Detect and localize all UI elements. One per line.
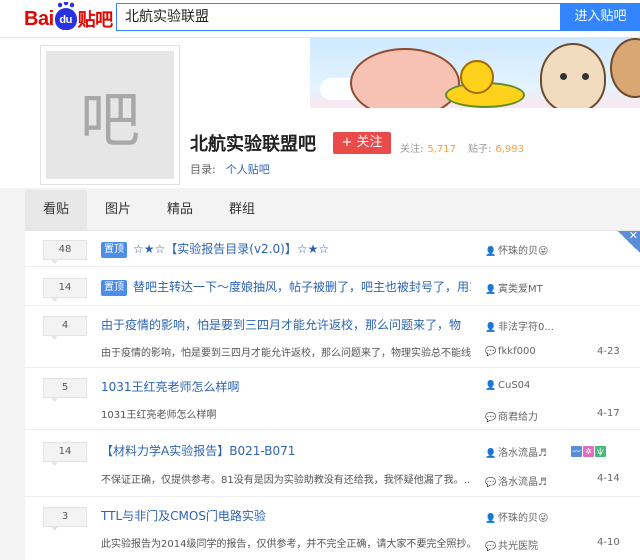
author-name[interactable]: 寅类爱MT [498, 284, 543, 295]
last-reply-user-name[interactable]: fkkf000 [498, 346, 536, 357]
paw-icon: du [54, 2, 77, 30]
reply-count: 14 [43, 442, 87, 466]
posts-label: 贴子: [468, 144, 492, 155]
followers-count: 5,717 [427, 144, 457, 155]
last-reply-user-name[interactable]: 共光医院 [498, 541, 538, 552]
banner-illustration [310, 38, 640, 108]
user-icon: 👤 [485, 247, 497, 257]
user-icon: 👤 [485, 381, 497, 391]
follow-button[interactable]: + 关注 [333, 132, 391, 154]
thread-author[interactable]: 👤 怀珠的贝😜 [485, 509, 548, 524]
reply-count: 5 [43, 378, 87, 402]
thread-row: 14 置顶 替吧主转达一下～度娘抽风，帖子被删了，吧主也被封号了，用1. 👤 寅类爱… [25, 267, 640, 306]
thread-abstract: 不保证正确，仅提供参考。81没有是因为实验助教没有还给我，我怀疑他漏了我。... [101, 475, 471, 486]
reply-count: 3 [43, 507, 87, 531]
category-label: 目录: [190, 163, 216, 176]
enter-forum-button[interactable]: 进入贴吧 [561, 3, 640, 31]
thread-author[interactable]: 👤 怀珠的贝😜 [485, 242, 548, 257]
comment-icon: 💬 [485, 478, 497, 488]
user-icon: 👤 [485, 449, 497, 459]
thread-row: 14 【材料力学A实验报告】B021-B071 不保证正确，仅提供参考。81没有… [25, 430, 640, 497]
last-reply-date: 4-23 [597, 346, 620, 357]
user-icon: 👤 [485, 514, 497, 524]
thread-author[interactable]: 👤 非法字符0... [485, 318, 554, 333]
comment-icon: 💬 [485, 347, 497, 357]
trident-badge-icon: ѱ [595, 446, 606, 457]
tab-featured[interactable]: 精品 [149, 190, 211, 230]
tab-groups[interactable]: 群组 [211, 190, 273, 230]
user-badges: 〰 ✲ ѱ [571, 446, 606, 457]
last-reply-user[interactable]: 💬 fkkf000 [485, 346, 536, 357]
forum-tabs: 看贴 图片 精品 群组 [25, 190, 640, 231]
logo-bai-text: Bai [24, 7, 54, 30]
forum-title[interactable]: 北航实验联盟吧 [190, 130, 316, 156]
logo-tieba-text: 贴吧 [77, 10, 114, 31]
user-icon: 👤 [485, 285, 497, 295]
reply-count: 4 [43, 316, 87, 340]
author-name[interactable]: 怀珠的贝😜 [498, 246, 548, 257]
bear-eye [582, 73, 589, 80]
pinned-badge: 置顶 [101, 242, 127, 258]
category-link[interactable]: 个人贴吧 [226, 163, 270, 176]
author-name[interactable]: 怀珠的贝😜 [498, 513, 548, 524]
forum-category: 目录: 个人贴吧 [190, 161, 270, 177]
pinned-badge: 置顶 [101, 280, 127, 296]
last-reply-user[interactable]: 💬 商君给力 [485, 408, 538, 423]
last-reply-date: 4-17 [597, 408, 620, 419]
forum-avatar[interactable]: 吧 [40, 45, 180, 185]
thread-author[interactable]: 👤 寅类爱MT [485, 280, 543, 295]
comment-icon: 💬 [485, 542, 497, 552]
last-reply-user-name[interactable]: 商君给力 [498, 412, 538, 423]
thread-title[interactable]: TTL与非门及CMOS门电路实验 [101, 507, 266, 524]
top-bar: Bai du 贴吧 北航实验联盟 进入贴吧 [0, 0, 640, 38]
search-input[interactable]: 北航实验联盟 [116, 3, 561, 31]
author-name[interactable]: 洛水流晶♬ [498, 448, 547, 459]
thread-abstract: 此实验报告为2014级同学的报告，仅供参考，并不完全正确，请大家不要完全照抄。 [101, 539, 471, 550]
followers-label: 关注: [400, 144, 424, 155]
thread-title[interactable]: 【材料力学A实验报告】B021-B071 [101, 442, 295, 459]
reply-count: 14 [43, 278, 87, 302]
comment-icon: 💬 [485, 413, 497, 423]
pig-character-illustration [350, 48, 460, 108]
last-reply-date: 4-14 [597, 473, 620, 484]
user-icon: 👤 [485, 323, 497, 333]
reply-count: 48 [43, 240, 87, 264]
thread-row: 48 置顶 ☆★☆【实验报告目录(v2.0)】☆★☆ 👤 怀珠的贝😜 [25, 231, 640, 267]
wave-badge-icon: 〰 [571, 446, 582, 457]
thread-title-text[interactable]: ☆★☆【实验报告目录(v2.0)】☆★☆ [133, 242, 329, 256]
thread-abstract: 1031王红亮老师怎么样啊 [101, 410, 217, 421]
star-badge-icon: ✲ [583, 446, 594, 457]
posts-count: 6,993 [495, 144, 525, 155]
thread-row: 3 TTL与非门及CMOS门电路实验 此实验报告为2014级同学的报告，仅供参考… [25, 497, 640, 560]
baidu-tieba-logo[interactable]: Bai du 贴吧 [24, 2, 114, 32]
tab-images[interactable]: 图片 [87, 190, 149, 230]
thread-row: 4 由于疫情的影响，怕是要到三四月才能允许返校，那么问题来了，物 由于疫情的影响… [25, 306, 640, 368]
author-name[interactable]: CuS04 [498, 380, 530, 391]
thread-title[interactable]: 由于疫情的影响，怕是要到三四月才能允许返校，那么问题来了，物 [101, 316, 461, 333]
duck-illustration [460, 60, 494, 94]
forum-stats: 关注: 5,717 贴子: 6,993 [400, 140, 536, 155]
thread-list: ✕ 48 置顶 ☆★☆【实验报告目录(v2.0)】☆★☆ 👤 怀珠的贝😜 14 置顶… [25, 231, 640, 560]
thread-title-text[interactable]: 替吧主转达一下～度娘抽风，帖子被删了，吧主也被封号了，用1. [133, 280, 471, 294]
thread-abstract: 由于疫情的影响，怕是要到三四月才能允许返校，那么问题来了，物理实验总不能线... [101, 348, 471, 359]
tab-threads[interactable]: 看贴 [25, 190, 88, 230]
bear-eye [560, 73, 567, 80]
last-reply-user[interactable]: 💬 洛水流晶♬ [485, 473, 547, 488]
thread-author[interactable]: 👤 洛水流晶♬ [485, 444, 547, 459]
second-bear-illustration [610, 38, 640, 98]
bear-character-illustration [540, 43, 606, 108]
author-name[interactable]: 非法字符0... [498, 322, 554, 333]
thread-title[interactable]: 置顶 替吧主转达一下～度娘抽风，帖子被删了，吧主也被封号了，用1. [101, 278, 471, 296]
last-reply-user-name[interactable]: 洛水流晶♬ [498, 477, 547, 488]
thread-title[interactable]: 1031王红亮老师怎么样啊 [101, 378, 240, 395]
last-reply-date: 4-10 [597, 537, 620, 548]
last-reply-user[interactable]: 💬 共光医院 [485, 537, 538, 552]
forum-avatar-glyph: 吧 [46, 51, 174, 179]
thread-title[interactable]: 置顶 ☆★☆【实验报告目录(v2.0)】☆★☆ [101, 240, 329, 258]
thread-row: 5 1031王红亮老师怎么样啊 1031王红亮老师怎么样啊 👤 CuS04 💬 商君… [25, 368, 640, 430]
thread-author[interactable]: 👤 CuS04 [485, 380, 530, 391]
